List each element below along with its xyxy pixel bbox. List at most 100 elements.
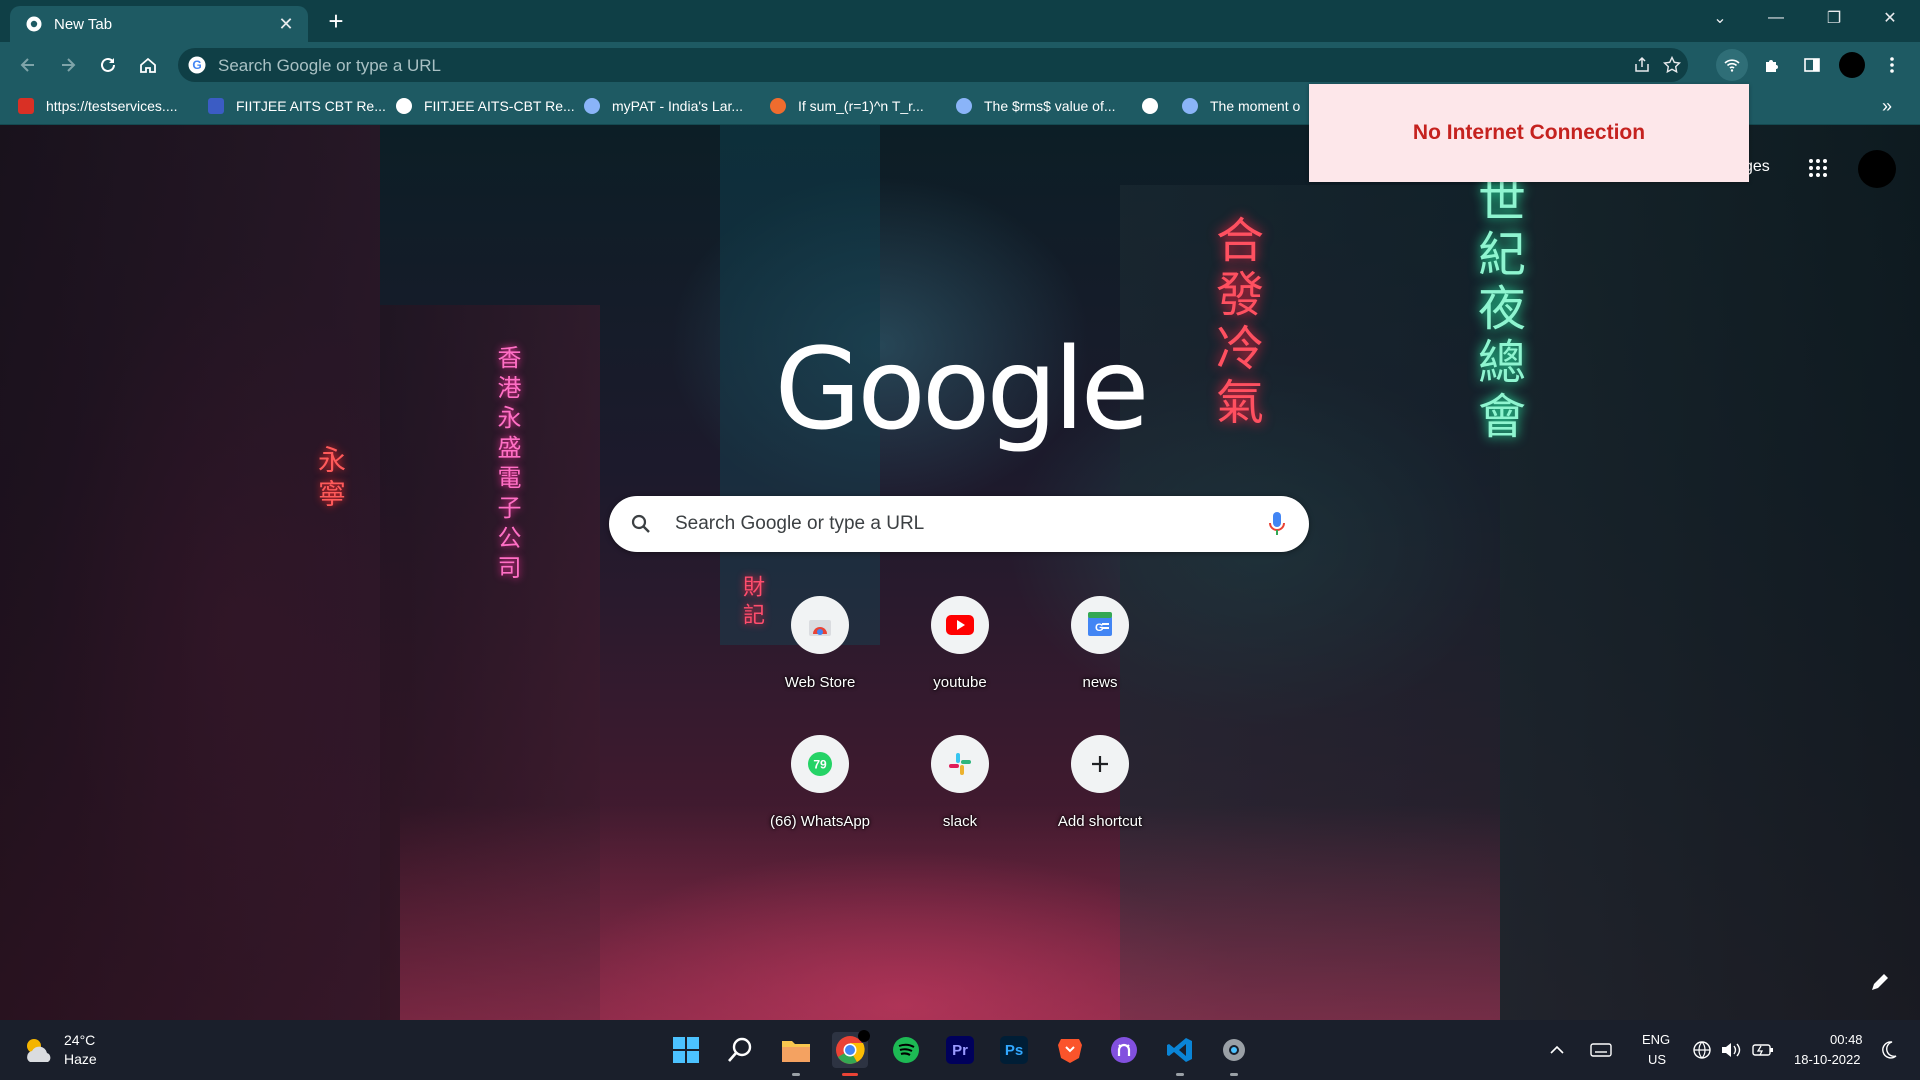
bookmark-item[interactable]: FIITJEE AITS CBT Re...: [208, 96, 386, 116]
shortcut-label: Web Store: [784, 674, 856, 691]
shortcut-add[interactable]: Add shortcut: [1044, 735, 1156, 847]
keyboard-icon[interactable]: [1590, 1042, 1612, 1058]
side-panel-button[interactable]: [1796, 49, 1828, 81]
battery-icon[interactable]: [1752, 1042, 1774, 1058]
wifi-extension-button[interactable]: [1716, 49, 1748, 81]
shortcut-tile: [931, 596, 989, 654]
start-button[interactable]: [668, 1032, 704, 1068]
toolbar: G Search Google or type a URL: [0, 42, 1920, 88]
chevron-up-icon[interactable]: [1549, 1042, 1565, 1058]
brave-icon: [1058, 1039, 1082, 1063]
bookmark-item[interactable]: https://testservices....: [18, 96, 178, 116]
weather-temp: 24°C: [64, 1032, 96, 1048]
volume-icon[interactable]: [1720, 1040, 1742, 1060]
file-explorer-icon: [782, 1041, 810, 1062]
svg-text:G: G: [192, 58, 201, 72]
pencil-icon[interactable]: [1866, 968, 1894, 996]
reload-button[interactable]: [92, 49, 124, 81]
shortcut-web-store[interactable]: Web Store: [764, 596, 876, 708]
google-logo: Google: [774, 325, 1150, 455]
tab-new-tab[interactable]: New Tab ✕: [10, 6, 308, 42]
taskbar-github-desktop[interactable]: [1106, 1032, 1142, 1068]
restore-button[interactable]: ❐: [1806, 0, 1862, 36]
weather-widget[interactable]: 24°C Haze: [22, 1030, 132, 1072]
bookmark-label: The $rms$ value of...: [984, 98, 1116, 114]
profile-avatar-button[interactable]: [1836, 49, 1868, 81]
ntp-search-box[interactable]: Search Google or type a URL: [609, 496, 1309, 552]
taskbar-settings[interactable]: [1216, 1032, 1252, 1076]
title-bar: New Tab ✕ + ⌄ — ❐ ✕: [0, 0, 1920, 42]
taskbar-spotify[interactable]: [888, 1032, 924, 1068]
chrome-menu-button[interactable]: [1876, 49, 1908, 81]
search-placeholder: Search Google or type a URL: [675, 513, 925, 534]
whatsapp-badge: 79: [813, 758, 827, 772]
bookmark-label: FIITJEE AITS CBT Re...: [236, 98, 386, 114]
taskbar-premiere[interactable]: Pr: [942, 1032, 978, 1068]
new-tab-background: 香港永盛電子公司 合發冷氣 世紀夜總會 永寧 財記: [0, 125, 1920, 1020]
shortcut-label: Add shortcut: [1057, 813, 1143, 830]
photoshop-icon: Ps: [1000, 1036, 1028, 1064]
arrow-left-icon: [20, 58, 34, 72]
building-silhouette: [1500, 125, 1920, 1020]
globe-icon: [1142, 98, 1158, 114]
taskbar-file-explorer[interactable]: [778, 1032, 814, 1076]
three-dots-vertical-icon: [1890, 57, 1894, 73]
taskbar-brave[interactable]: [1052, 1032, 1088, 1068]
apps-grid-icon[interactable]: [1808, 158, 1828, 178]
close-window-button[interactable]: ✕: [1862, 0, 1918, 36]
tab-search-button[interactable]: ⌄: [1692, 0, 1748, 36]
new-tab-button[interactable]: +: [322, 8, 350, 36]
account-avatar[interactable]: [1858, 150, 1896, 188]
focus-moon-icon[interactable]: [1880, 1040, 1898, 1060]
clock-time[interactable]: 00:48: [1830, 1032, 1863, 1047]
shortcut-slack[interactable]: slack: [904, 735, 1016, 847]
neon-sign: 永寧: [314, 445, 347, 513]
shortcut-label: youtube: [933, 674, 987, 691]
plus-icon: [1092, 756, 1108, 772]
shortcut-label: news: [1082, 674, 1118, 691]
notification-dot: [858, 1030, 870, 1042]
clock-date[interactable]: 18-10-2022: [1794, 1052, 1861, 1067]
bookmark-item[interactable]: If sum_(r=1)^n T_r...: [770, 96, 924, 116]
bookmarks-overflow-button[interactable]: »: [1882, 96, 1892, 116]
chrome-icon: [26, 16, 42, 32]
neon-sign: 財記: [739, 575, 764, 631]
shortcut-tile: 79: [791, 735, 849, 793]
language-indicator[interactable]: ENG: [1642, 1032, 1670, 1047]
back-button[interactable]: [12, 49, 44, 81]
language-region: US: [1648, 1052, 1667, 1067]
building-silhouette: [0, 125, 380, 1020]
bookmark-label: https://testservices....: [46, 98, 178, 114]
taskbar-chrome[interactable]: [832, 1030, 870, 1076]
no-internet-popup: No Internet Connection: [1309, 84, 1749, 182]
tab-close-button[interactable]: ✕: [274, 12, 298, 36]
github-desktop-icon: [1111, 1037, 1137, 1063]
address-bar[interactable]: G Search Google or type a URL: [178, 48, 1688, 82]
shortcut-tile: G: [1071, 596, 1129, 654]
home-button[interactable]: [132, 49, 164, 81]
shortcut-youtube[interactable]: youtube: [904, 596, 1016, 708]
windows-start-icon: [673, 1037, 699, 1063]
bookmark-item[interactable]: myPAT - India's Lar...: [584, 96, 743, 116]
taskbar-photoshop[interactable]: Ps: [996, 1032, 1032, 1068]
bookmark-item[interactable]: [1142, 96, 1158, 116]
microphone-icon[interactable]: [1267, 510, 1287, 538]
bookmark-star-button[interactable]: [1656, 49, 1688, 81]
bookmark-item[interactable]: FIITJEE AITS-CBT Re...: [396, 96, 575, 116]
shortcut-label: (66) WhatsApp: [769, 813, 871, 830]
bookmark-item[interactable]: The $rms$ value of...: [956, 96, 1116, 116]
bookmark-item[interactable]: The moment o: [1182, 96, 1300, 116]
shortcut-tile: [931, 735, 989, 793]
avatar: [1839, 52, 1865, 78]
shortcut-whatsapp[interactable]: 79 (66) WhatsApp: [764, 735, 876, 847]
share-button[interactable]: [1626, 49, 1658, 81]
extensions-button[interactable]: [1756, 49, 1788, 81]
network-globe-icon[interactable]: [1692, 1040, 1712, 1060]
minimize-button[interactable]: —: [1748, 0, 1804, 36]
taskbar-search-button[interactable]: [722, 1032, 758, 1068]
forward-button[interactable]: [52, 49, 84, 81]
doubtnut-icon: [770, 98, 786, 114]
whatsapp-icon: 79: [808, 752, 832, 776]
taskbar-vscode[interactable]: [1162, 1032, 1198, 1076]
shortcut-news[interactable]: G news: [1044, 596, 1156, 708]
